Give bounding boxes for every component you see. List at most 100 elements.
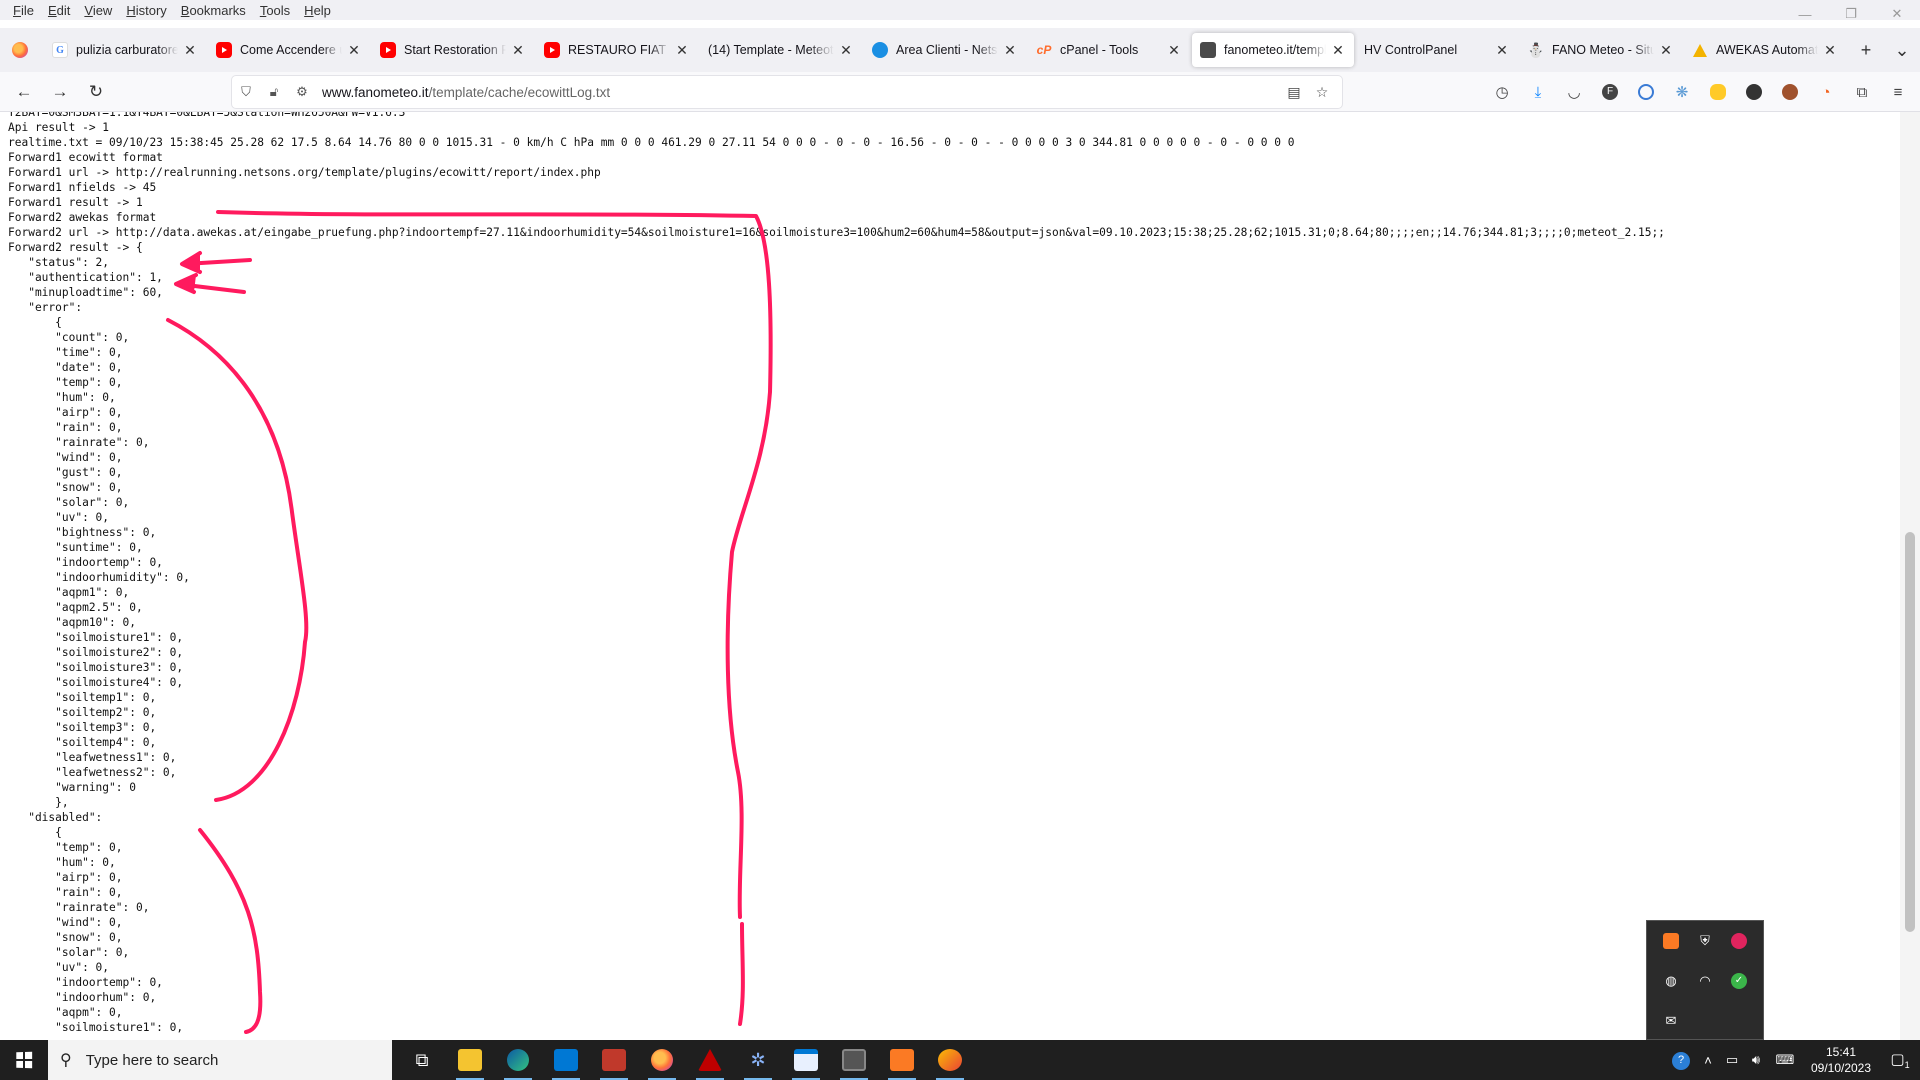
menu-view[interactable]: View	[77, 3, 119, 18]
tab-3[interactable]: RESTAURO FIAT 500 ✕	[536, 33, 698, 67]
red-app-tray-icon[interactable]	[1727, 929, 1751, 953]
youtube-icon	[216, 42, 232, 58]
show-hidden-icons-chevron-icon[interactable]: ˄	[1696, 1053, 1720, 1068]
help-icon[interactable]: ?	[1666, 1051, 1696, 1070]
close-tab-icon[interactable]: ✕	[1658, 42, 1674, 59]
extensions-puzzle-icon[interactable]: ⧉	[1844, 76, 1880, 108]
log-line: "suntime": 0,	[8, 541, 143, 554]
tab-10[interactable]: AWEKAS Automatic Weather ✕	[1684, 33, 1846, 67]
window-icon[interactable]	[782, 1040, 830, 1080]
scrollbar-thumb[interactable]	[1905, 532, 1915, 932]
extension-cookie-icon[interactable]	[1772, 76, 1808, 108]
close-tab-icon[interactable]: ✕	[1330, 42, 1346, 59]
forward-button[interactable]: →	[42, 76, 78, 108]
log-line: "time": 0,	[8, 346, 123, 359]
task-view-icon[interactable]: ⧉	[398, 1040, 446, 1080]
tab-9[interactable]: ⛄ FANO Meteo - Situazione ✕	[1520, 33, 1682, 67]
settings-icon[interactable]: ✲	[734, 1040, 782, 1080]
paint-icon[interactable]	[926, 1040, 974, 1080]
file-explorer-icon[interactable]	[446, 1040, 494, 1080]
log-line: Api result -> 1	[8, 121, 110, 134]
calculator-icon[interactable]	[830, 1040, 878, 1080]
extension-web-icon[interactable]: ❋	[1664, 76, 1700, 108]
insecure-lock-icon[interactable]: 🔓︎	[260, 84, 288, 100]
menu-help[interactable]: Help	[297, 3, 338, 18]
log-line: "aqpm10": 0,	[8, 616, 136, 629]
extension-ring-icon[interactable]	[1628, 76, 1664, 108]
tab-2[interactable]: Start Restoration Fiat 500 ✕	[372, 33, 534, 67]
tab-8[interactable]: HV ControlPanel ✕	[1356, 33, 1518, 67]
reload-icon: ↻	[88, 81, 104, 101]
reload-button[interactable]: ↻	[78, 76, 114, 108]
extension-f-icon[interactable]: F	[1592, 76, 1628, 108]
tab-5[interactable]: Area Clienti - Netsons ✕	[864, 33, 1026, 67]
security-shield-tray-icon[interactable]: ⛨	[1693, 929, 1717, 953]
network-globe-tray-icon[interactable]: ◍	[1659, 969, 1683, 993]
list-all-tabs-button[interactable]: ⌄	[1884, 40, 1920, 61]
rss-icon[interactable]: ◔	[1808, 76, 1844, 108]
menu-file[interactable]: File	[6, 3, 41, 18]
close-tab-icon[interactable]: ✕	[346, 42, 362, 59]
tracking-protection-shield-icon[interactable]: ⛉	[232, 84, 260, 100]
log-line: "soilmoisture1": 0,	[8, 631, 184, 644]
app-menu-icon[interactable]: ≡	[1880, 76, 1916, 108]
log-line: "aqpm": 0,	[8, 1006, 123, 1019]
tab-1[interactable]: Come Accendere un Fiat ✕	[208, 33, 370, 67]
log-line: "temp": 0,	[8, 841, 123, 854]
taskbar-search[interactable]: ⚲ Type here to search	[48, 1040, 392, 1080]
tab-7[interactable]: fanometeo.it/template/cache ✕	[1192, 33, 1354, 67]
url-text[interactable]: www.fanometeo.it/template/cache/ecowittL…	[322, 85, 610, 100]
downloads-icon[interactable]: ⤓	[1520, 76, 1556, 108]
mail-icon[interactable]	[542, 1040, 590, 1080]
close-tab-icon[interactable]: ✕	[510, 42, 526, 59]
tab-0[interactable]: Gpulizia carburatore Fiat ✕	[44, 33, 206, 67]
taskbar: ⚲ Type here to search ⧉ ✲ ? ˄ ▭ 🔊︎ ⌨ 15:…	[0, 1040, 1920, 1080]
clock[interactable]: 15:41 09/10/2023	[1802, 1044, 1880, 1076]
app-icon[interactable]	[590, 1040, 638, 1080]
filezilla-icon[interactable]	[686, 1040, 734, 1080]
xampp-icon[interactable]	[878, 1040, 926, 1080]
check-tray-icon[interactable]: ✓	[1727, 969, 1751, 993]
menu-bookmarks[interactable]: Bookmarks	[174, 3, 253, 18]
battery-icon[interactable]: ▭	[1720, 1052, 1744, 1068]
new-tab-button[interactable]: +	[1848, 40, 1884, 61]
youtube-icon	[380, 42, 396, 58]
keyboard-icon[interactable]: ⌨	[1768, 1052, 1802, 1068]
bookmark-star-icon[interactable]: ☆	[1308, 84, 1336, 101]
xampp-tray-icon[interactable]	[1659, 929, 1683, 953]
firefox-icon[interactable]	[638, 1040, 686, 1080]
minimize-button[interactable]: —	[1782, 0, 1828, 28]
close-tab-icon[interactable]: ✕	[182, 42, 198, 59]
log-line: "leafwetness2": 0,	[8, 766, 177, 779]
pocket-icon[interactable]: ◡	[1556, 76, 1592, 108]
tab-6[interactable]: cP cPanel - Tools ✕	[1028, 33, 1190, 67]
menu-history[interactable]: History	[119, 3, 173, 18]
volume-icon[interactable]: 🔊︎	[1744, 1052, 1768, 1068]
close-tab-icon[interactable]: ✕	[1166, 42, 1182, 59]
restore-button[interactable]: ❐	[1828, 0, 1874, 28]
notification-center-icon[interactable]: ▢1	[1880, 1050, 1920, 1070]
url-bar[interactable]: ⛉ 🔓︎ ⚙︎ www.fanometeo.it/template/cache/…	[232, 76, 1342, 108]
menu-tools[interactable]: Tools	[253, 3, 297, 18]
close-tab-icon[interactable]: ✕	[1494, 42, 1510, 59]
start-button[interactable]	[0, 1040, 48, 1080]
close-tab-icon[interactable]: ✕	[1002, 42, 1018, 59]
extension-circle-icon[interactable]	[1736, 76, 1772, 108]
mail-tray-icon[interactable]: ✉	[1659, 1009, 1683, 1033]
close-tab-icon[interactable]: ✕	[674, 42, 690, 59]
close-tab-icon[interactable]: ✕	[838, 42, 854, 59]
edge-icon[interactable]	[494, 1040, 542, 1080]
vertical-scrollbar[interactable]	[1900, 112, 1920, 1040]
extension-bell-icon[interactable]	[1700, 76, 1736, 108]
log-line: "leafwetness1": 0,	[8, 751, 177, 764]
close-window-button[interactable]: ✕	[1874, 0, 1920, 28]
permissions-icon[interactable]: ⚙︎	[288, 84, 316, 100]
history-icon[interactable]: ◷	[1484, 76, 1520, 108]
wireless-tray-icon[interactable]: ◠	[1693, 969, 1717, 993]
close-tab-icon[interactable]: ✕	[1822, 42, 1838, 59]
menu-edit[interactable]: Edit	[41, 3, 77, 18]
tab-4[interactable]: (14) Template - Meteotemplate ✕	[700, 33, 862, 67]
reader-view-icon[interactable]: ▤	[1280, 84, 1308, 101]
firefox-view-button[interactable]	[6, 36, 34, 64]
back-button[interactable]: ←	[6, 76, 42, 108]
